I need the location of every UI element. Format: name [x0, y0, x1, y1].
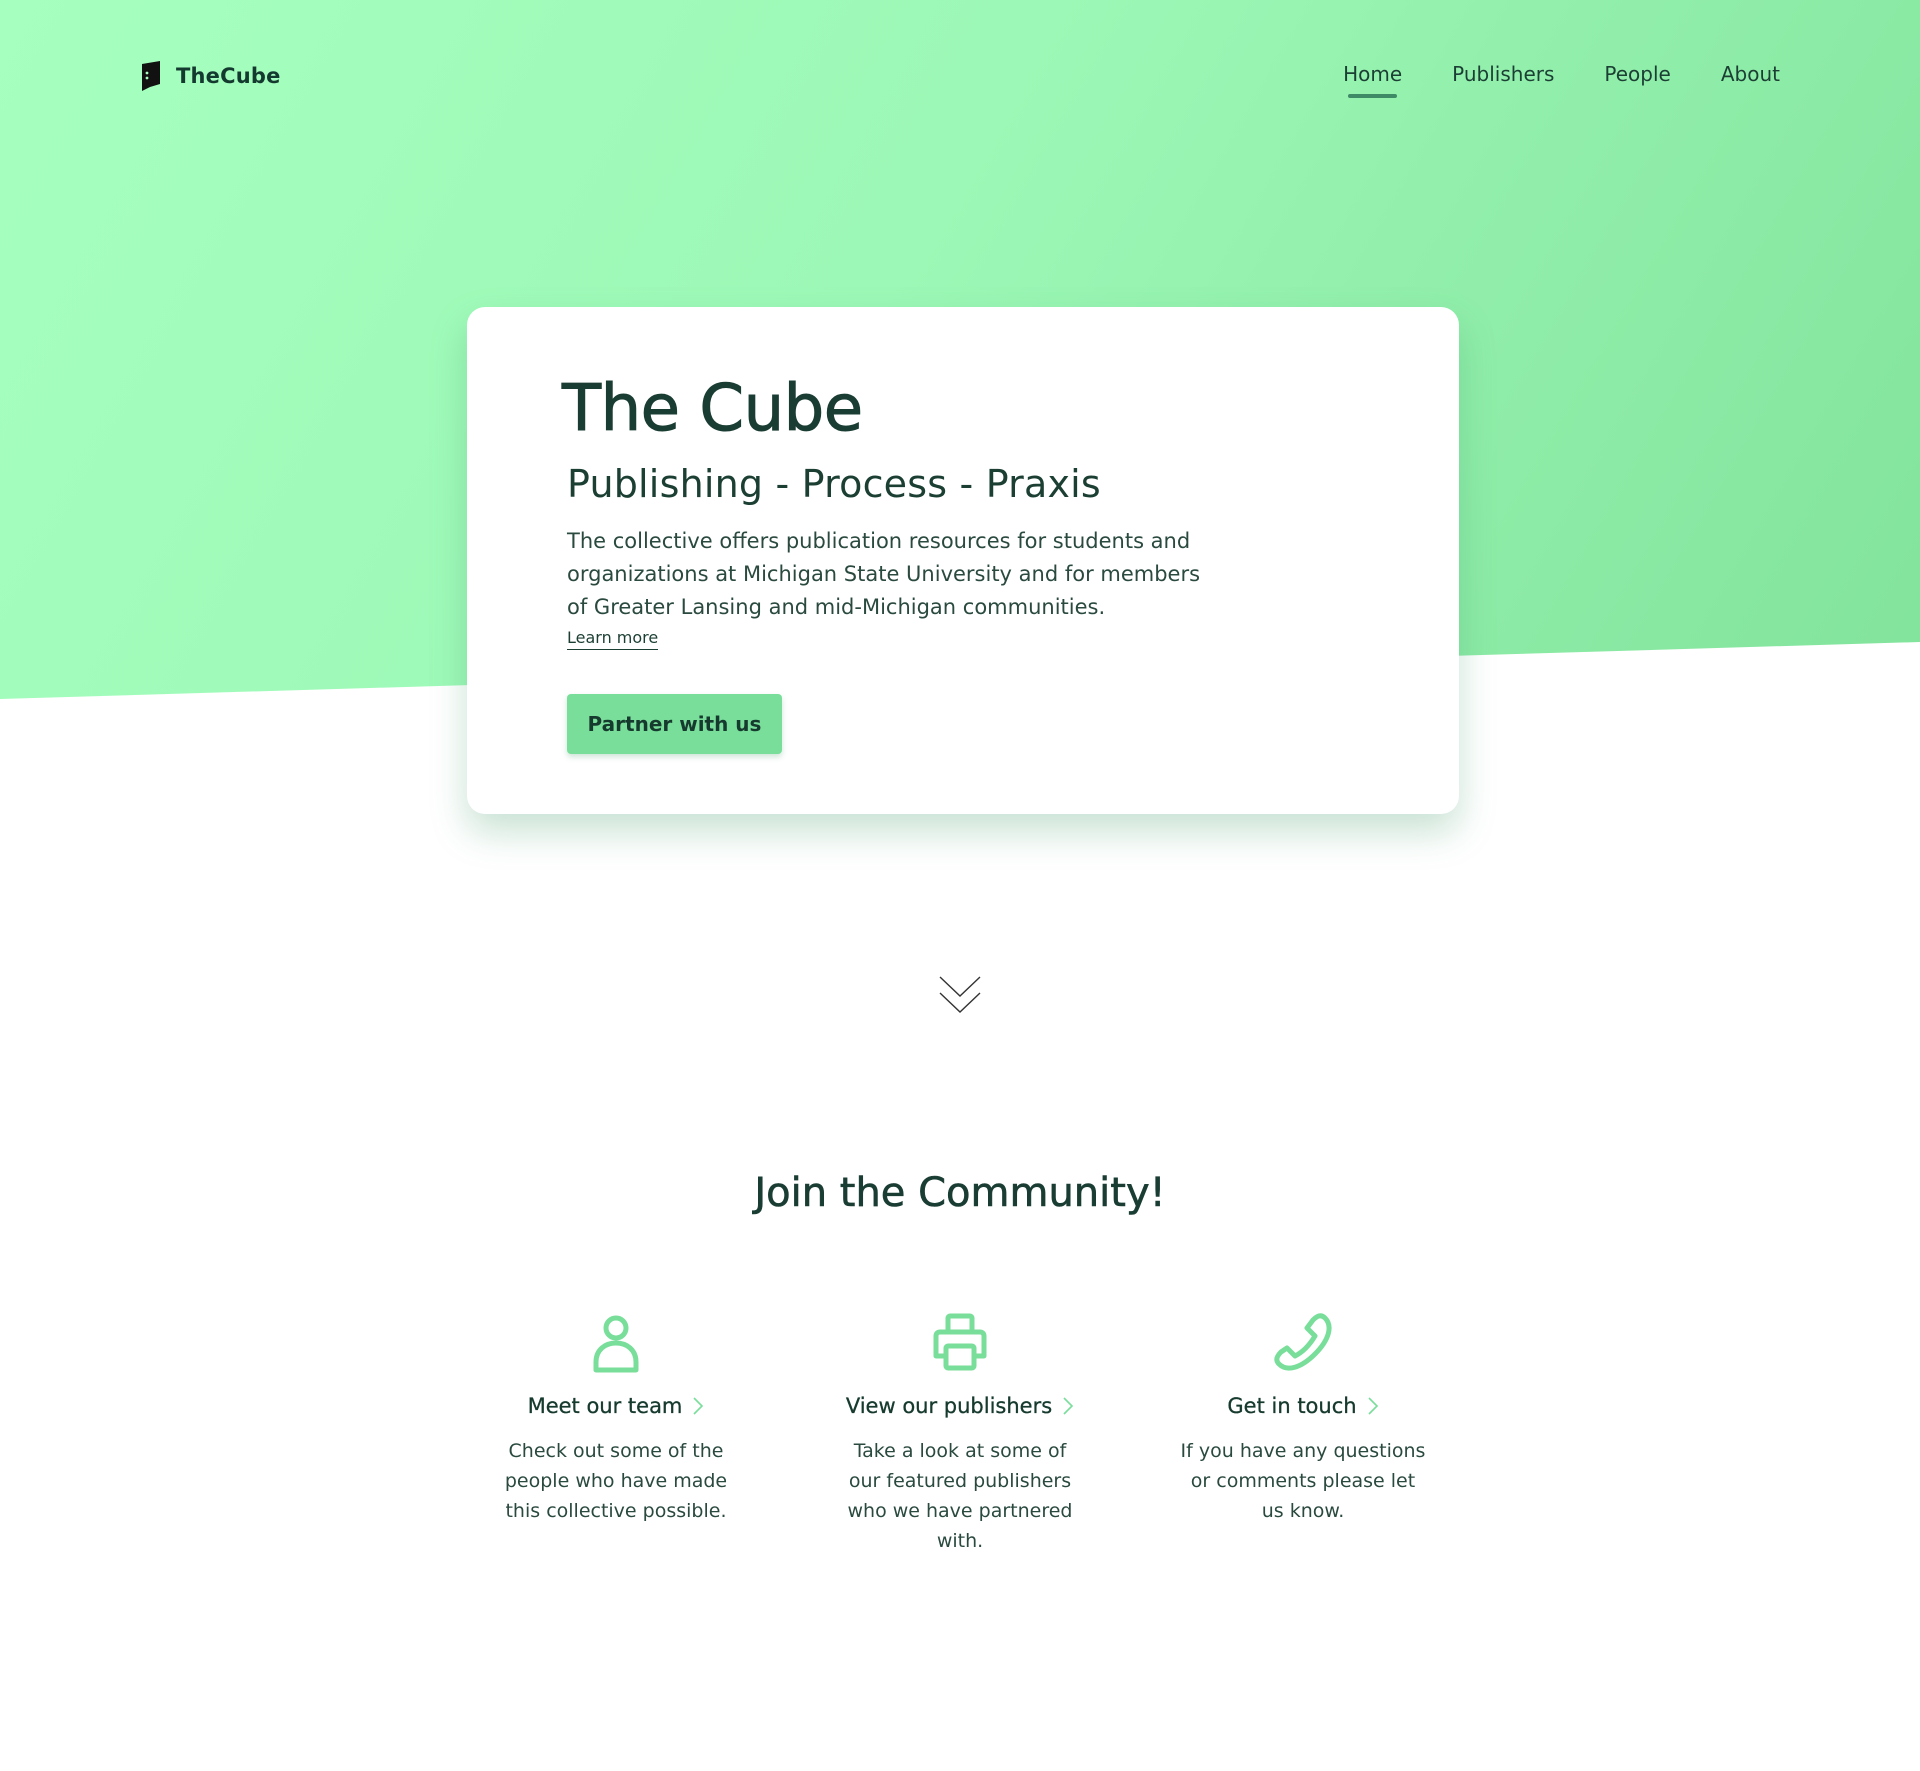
view-our-publishers-link[interactable]: View our publishers	[846, 1394, 1074, 1418]
double-chevron-down-icon[interactable]	[939, 975, 981, 1015]
phone-icon	[1274, 1313, 1332, 1371]
meet-our-team-label: Meet our team	[527, 1394, 683, 1418]
nav-item-about[interactable]: About	[1721, 62, 1780, 96]
top-navigation: TheCube Home Publishers People About	[0, 0, 1920, 150]
learn-more-link[interactable]: Learn more	[567, 628, 659, 650]
feature-view-publishers: View our publishers Take a look at some …	[810, 1310, 1110, 1556]
hero-card: The Cube Publishing - Process - Praxis T…	[467, 307, 1459, 814]
chevron-right-icon	[1368, 1397, 1378, 1415]
community-title: Join the Community!	[754, 1170, 1166, 1217]
nav-item-publishers[interactable]: Publishers	[1452, 62, 1554, 96]
feature-get-in-touch: Get in touch If you have any questions o…	[1153, 1310, 1453, 1526]
meet-our-team-link[interactable]: Meet our team	[527, 1394, 705, 1418]
view-our-publishers-label: View our publishers	[845, 1394, 1053, 1418]
partner-with-us-button[interactable]: Partner with us	[567, 694, 782, 754]
printer-icon	[933, 1313, 987, 1371]
feature-meet-team: Meet our team Check out some of the peop…	[466, 1310, 766, 1526]
person-icon	[593, 1315, 639, 1373]
hero-title: The Cube	[562, 372, 864, 447]
view-our-publishers-description: Take a look at some of our featured publ…	[847, 1440, 1073, 1552]
get-in-touch-link[interactable]: Get in touch	[1227, 1394, 1378, 1418]
hero-description: The collective offers publication resour…	[567, 529, 1201, 619]
brand-name: TheCube	[176, 64, 281, 88]
hero-subtitle: Publishing - Process - Praxis	[567, 462, 1101, 506]
meet-our-team-description: Check out some of the people who have ma…	[504, 1440, 728, 1522]
nav-item-people[interactable]: People	[1604, 62, 1670, 96]
get-in-touch-label: Get in touch	[1227, 1394, 1357, 1418]
cube-logo-icon	[142, 61, 160, 91]
get-in-touch-description: If you have any questions or comments pl…	[1180, 1440, 1426, 1522]
chevron-right-icon	[693, 1397, 704, 1415]
nav-links: Home Publishers People About	[1293, 62, 1780, 98]
nav-item-home[interactable]: Home	[1343, 62, 1402, 98]
brand-logo[interactable]: TheCube	[138, 60, 281, 92]
chevron-right-icon	[1063, 1397, 1074, 1415]
